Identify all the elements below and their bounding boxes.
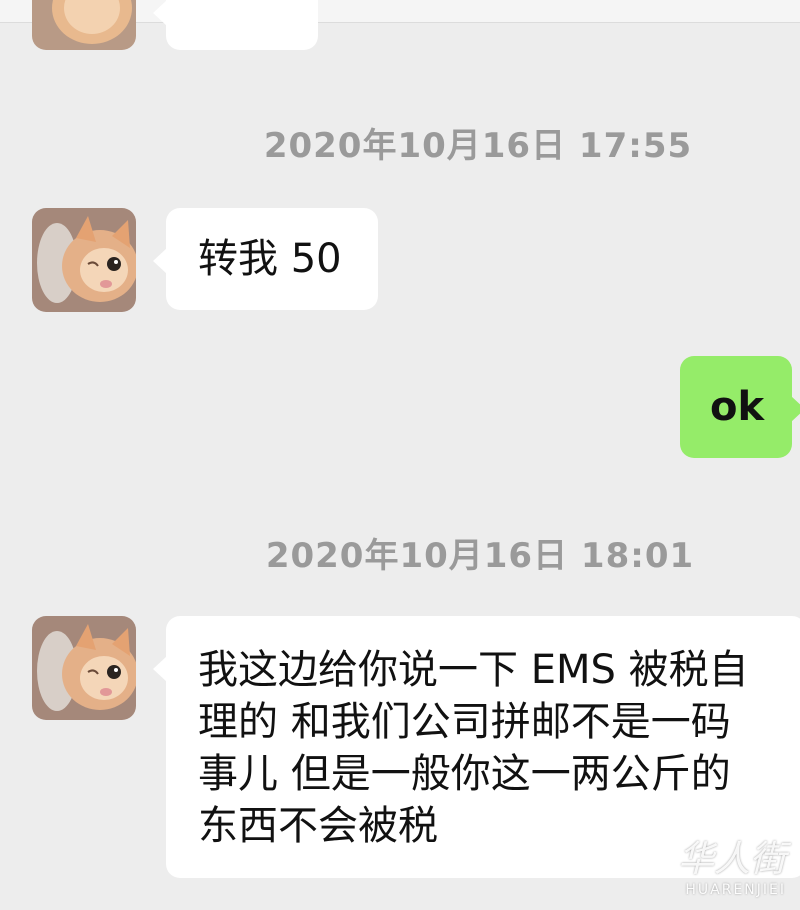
cat-avatar-icon <box>32 208 136 312</box>
message-bubble[interactable]: 转我 50 <box>153 208 378 310</box>
cat-avatar-icon <box>32 0 136 50</box>
message-timestamp: 2020年10月16日 18:01 <box>265 536 695 576</box>
message-line: 我这边给你说一下 EMS 被税自 <box>198 647 749 693</box>
cat-avatar-icon <box>32 616 136 720</box>
watermark-main: 华人街 <box>677 839 786 880</box>
message-bubble-outgoing[interactable]: ok <box>680 356 800 458</box>
message-line: 理的 和我们公司拼邮不是一码 <box>198 699 731 745</box>
contact-avatar[interactable] <box>32 208 136 312</box>
message-bubble-partial[interactable] <box>153 0 318 50</box>
contact-avatar[interactable] <box>32 616 136 720</box>
message-text: ok <box>710 384 765 430</box>
message-text: 转我 50 <box>198 236 342 282</box>
watermark-sub: HUARENJIEI <box>685 882 786 898</box>
message-timestamp: 2020年10月16日 17:55 <box>263 126 693 166</box>
contact-avatar[interactable] <box>32 0 136 50</box>
message-line: 事儿 但是一般你这一两公斤的 <box>198 751 731 797</box>
watermark-logo: 华人街 HUARENJIEI <box>678 830 786 898</box>
message-text: 我这边给你说一下 EMS 被税自 理的 和我们公司拼邮不是一码 事儿 但是一般你… <box>198 644 798 852</box>
